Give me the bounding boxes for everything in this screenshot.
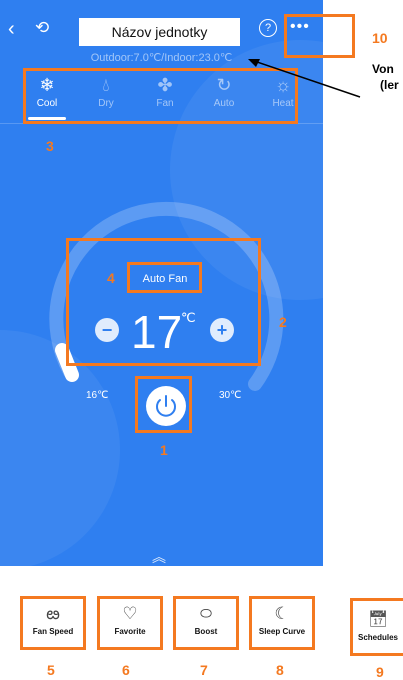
annotation-number: 7	[200, 662, 208, 678]
annotation-number: 10	[372, 30, 388, 46]
side-note-text: (ler	[380, 78, 399, 92]
fan-speed-label: Fan Speed	[32, 627, 74, 636]
schedules-label: Schedules	[357, 633, 398, 642]
annotation-box-power	[135, 376, 192, 433]
annotation-box-more	[284, 14, 355, 58]
boost-label: Boost	[194, 627, 218, 636]
fan-speed-button[interactable]: ఴ Fan Speed	[20, 596, 86, 650]
boost-icon: ࿀	[199, 604, 213, 623]
min-temp-label: 16℃	[86, 390, 109, 401]
schedules-button[interactable]: 📅︎ Schedules	[350, 598, 403, 656]
boost-button[interactable]: ࿀ Boost	[173, 596, 239, 650]
side-note-text: Von	[372, 62, 394, 76]
annotation-box-control	[66, 238, 261, 366]
annotation-number: 3	[46, 138, 54, 154]
heart-icon: ♡	[122, 604, 138, 623]
favorite-button[interactable]: ♡ Favorite	[97, 596, 163, 650]
annotation-number: 2	[279, 314, 287, 330]
annotation-box-fan-mode	[127, 262, 202, 293]
annotation-number: 8	[276, 662, 284, 678]
max-temp-label: 30℃	[219, 390, 242, 401]
fan-speed-icon: ఴ	[46, 604, 60, 623]
calendar-clock-icon: 📅︎	[367, 611, 389, 628]
annotation-number: 6	[122, 662, 130, 678]
expand-chevron-icon[interactable]: ︽	[152, 547, 166, 567]
sleep-curve-label: Sleep Curve	[258, 627, 306, 636]
sleep-curve-button[interactable]: ☾ Sleep Curve	[249, 596, 315, 650]
annotation-number: 5	[47, 662, 55, 678]
moon-icon: ☾	[274, 604, 290, 623]
annotation-number: 4	[107, 270, 115, 286]
annotation-number: 1	[160, 442, 168, 458]
favorite-label: Favorite	[114, 627, 146, 636]
annotation-number: 9	[376, 664, 384, 680]
